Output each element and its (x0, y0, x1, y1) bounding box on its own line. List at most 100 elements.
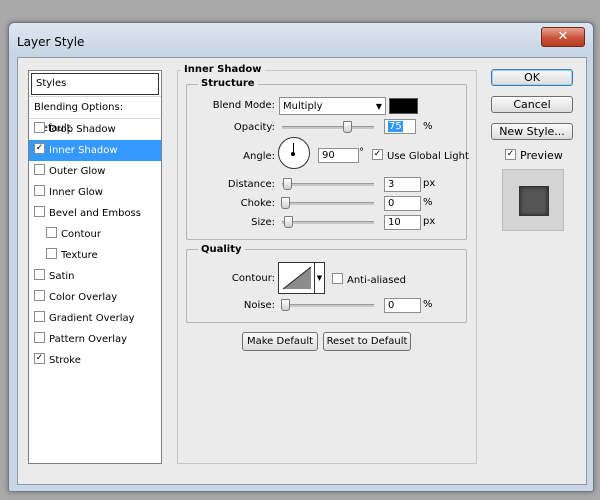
angle-dial[interactable] (278, 137, 310, 169)
reset-to-default-button[interactable]: Reset to Default (323, 332, 411, 351)
style-item-checkbox[interactable] (34, 206, 45, 217)
contour-dropdown-button[interactable]: ▼ (314, 262, 325, 294)
style-item[interactable]: Inner Glow (29, 182, 161, 203)
style-item-checkbox[interactable] (34, 164, 45, 175)
choke-value: 0 (388, 198, 395, 209)
opacity-slider-thumb[interactable] (343, 121, 353, 133)
noise-slider-track[interactable] (282, 304, 374, 307)
style-item[interactable]: Texture (29, 245, 161, 266)
style-item-label: Inner Shadow (49, 145, 118, 156)
noise-slider-thumb[interactable] (281, 299, 290, 311)
noise-input[interactable]: 0 (384, 298, 421, 313)
choke-slider-thumb[interactable] (281, 197, 290, 209)
opacity-value: 75 (388, 121, 403, 132)
opacity-unit: % (423, 121, 433, 132)
contour-label: Contour: (231, 273, 275, 284)
style-item-label: Inner Glow (49, 187, 103, 198)
opacity-input[interactable]: 75 (384, 119, 416, 134)
use-global-light-checkbox[interactable] (372, 149, 383, 160)
angle-value: 90 (322, 150, 335, 161)
distance-unit: px (423, 178, 436, 189)
size-slider-thumb[interactable] (284, 216, 294, 228)
distance-slider-track[interactable] (282, 183, 374, 186)
blend-mode-select[interactable]: Multiply ▼ (279, 97, 386, 115)
anti-aliased-label: Anti-aliased (347, 275, 407, 286)
window-title: Layer Style (17, 35, 85, 49)
angle-input[interactable]: 90 (318, 148, 359, 163)
cancel-button[interactable]: Cancel (491, 96, 573, 113)
inner-shadow-title: Inner Shadow (181, 64, 265, 75)
style-item-checkbox[interactable] (34, 290, 45, 301)
style-item-label: Color Overlay (49, 292, 118, 303)
quality-title: Quality (198, 244, 245, 255)
style-item[interactable]: Inner Shadow (29, 140, 161, 161)
style-item-label: Stroke (49, 355, 81, 366)
style-item[interactable]: Satin (29, 266, 161, 287)
make-default-button[interactable]: Make Default (242, 332, 318, 351)
distance-input[interactable]: 3 (384, 177, 421, 192)
layer-style-dialog: Layer Style ✕ Styles Blending Options: D… (8, 22, 594, 492)
inner-shadow-panel: Inner Shadow Structure Blend Mode: Multi… (177, 64, 477, 464)
style-item[interactable]: Stroke (29, 350, 161, 371)
use-global-light-label: Use Global Light (387, 151, 469, 162)
style-item-label: Gradient Overlay (49, 313, 135, 324)
distance-slider-thumb[interactable] (282, 178, 292, 190)
style-item[interactable]: Color Overlay (29, 287, 161, 308)
style-item-checkbox[interactable] (34, 185, 45, 196)
chevron-down-icon: ▼ (316, 274, 323, 282)
size-unit: px (423, 216, 436, 227)
choke-unit: % (423, 197, 433, 208)
distance-value: 3 (388, 179, 395, 190)
size-input[interactable]: 10 (384, 215, 421, 230)
blending-options-item[interactable]: Blending Options: Default (29, 96, 161, 134)
size-label: Size: (251, 217, 275, 228)
blend-mode-value: Multiply (283, 101, 323, 112)
style-item-checkbox[interactable] (34, 353, 45, 364)
style-item-label: Texture (61, 250, 98, 261)
choke-label: Choke: (240, 198, 275, 209)
preview-label: Preview (520, 149, 563, 162)
contour-picker[interactable] (278, 262, 316, 294)
style-item-checkbox[interactable] (46, 248, 57, 259)
style-item-checkbox[interactable] (34, 143, 45, 154)
style-item[interactable]: Pattern Overlay (29, 329, 161, 350)
structure-title: Structure (198, 78, 258, 89)
preview-swatch (519, 186, 549, 216)
style-item[interactable]: Drop Shadow (29, 119, 161, 140)
size-slider-track[interactable] (282, 221, 374, 224)
distance-label: Distance: (227, 179, 275, 190)
use-global-light-option[interactable]: Use Global Light (372, 149, 469, 162)
noise-unit: % (423, 299, 433, 310)
ok-button[interactable]: OK (491, 69, 573, 86)
preview-checkbox[interactable] (505, 149, 516, 160)
style-item-label: Drop Shadow (49, 124, 116, 135)
title-bar[interactable]: Layer Style ✕ (9, 23, 593, 57)
blend-mode-label: Blend Mode: (212, 100, 275, 111)
anti-aliased-option[interactable]: Anti-aliased (332, 273, 406, 286)
choke-slider-track[interactable] (282, 202, 374, 205)
style-item[interactable]: Gradient Overlay (29, 308, 161, 329)
style-item-checkbox[interactable] (34, 122, 45, 133)
close-button[interactable]: ✕ (541, 27, 585, 47)
style-item-label: Bevel and Emboss (49, 208, 141, 219)
style-item-label: Contour (61, 229, 101, 240)
style-item-checkbox[interactable] (46, 227, 57, 238)
style-item[interactable]: Contour (29, 224, 161, 245)
choke-input[interactable]: 0 (384, 196, 421, 211)
size-value: 10 (388, 217, 401, 228)
styles-list: Styles Blending Options: Default Drop Sh… (28, 70, 162, 464)
shadow-color-swatch[interactable] (389, 98, 418, 114)
opacity-slider-track[interactable] (282, 126, 374, 129)
anti-aliased-checkbox[interactable] (332, 273, 343, 284)
style-item-checkbox[interactable] (34, 269, 45, 280)
style-item[interactable]: Bevel and Emboss (29, 203, 161, 224)
chevron-down-icon: ▼ (375, 102, 382, 111)
opacity-label: Opacity: (233, 122, 275, 133)
style-item-checkbox[interactable] (34, 332, 45, 343)
styles-header[interactable]: Styles (31, 73, 159, 95)
preview-option[interactable]: Preview (505, 149, 563, 162)
new-style-button[interactable]: New Style... (491, 123, 573, 140)
style-item[interactable]: Outer Glow (29, 161, 161, 182)
style-item-checkbox[interactable] (34, 311, 45, 322)
style-item-label: Pattern Overlay (49, 334, 128, 345)
